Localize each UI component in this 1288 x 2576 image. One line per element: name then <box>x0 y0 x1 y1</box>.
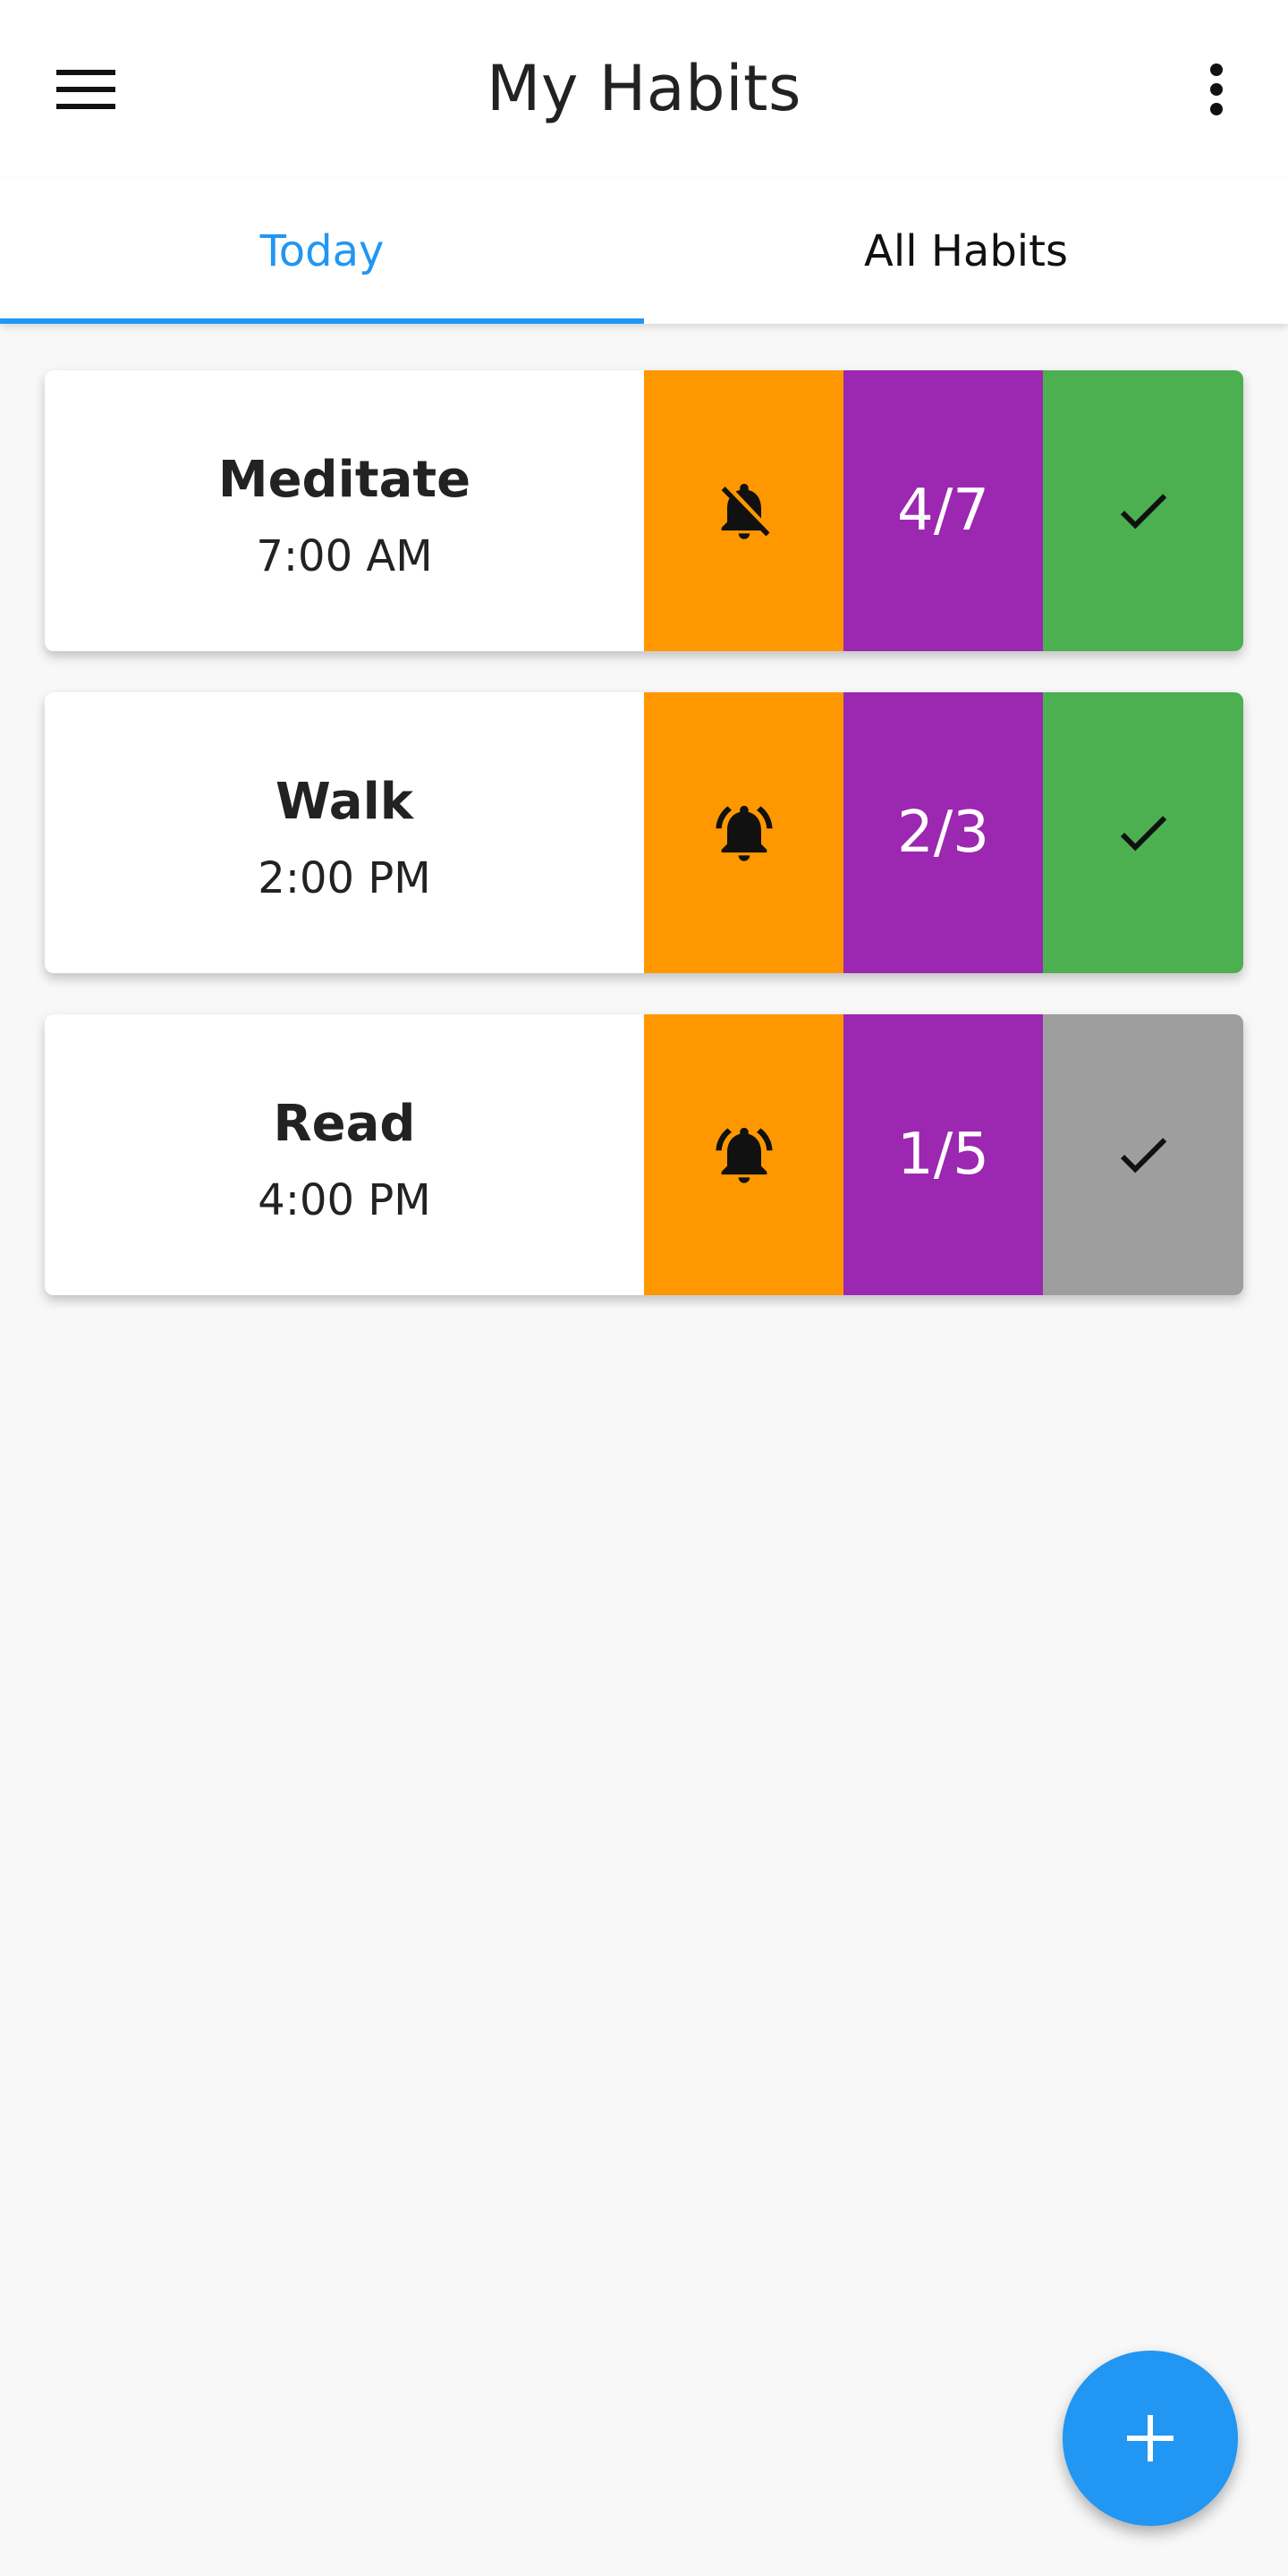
progress-count[interactable]: 4/7 <box>843 370 1043 651</box>
tab-indicator <box>0 318 644 324</box>
bell-off-icon <box>721 483 769 539</box>
complete-button[interactable] <box>1043 370 1243 651</box>
tab-all-habits[interactable]: All Habits <box>644 179 1288 324</box>
habit-name: Read <box>273 1095 416 1153</box>
reminder-button[interactable] <box>644 692 843 973</box>
reminder-button[interactable] <box>644 370 843 651</box>
habit-info[interactable]: Meditate 7:00 AM <box>45 370 644 651</box>
check-icon <box>1120 816 1167 852</box>
habit-time: 7:00 AM <box>256 531 433 581</box>
add-habit-button[interactable] <box>1063 2351 1238 2526</box>
complete-button[interactable] <box>1043 1014 1243 1295</box>
habit-info[interactable]: Read 4:00 PM <box>45 1014 644 1295</box>
habit-card[interactable]: Read 4:00 PM 1/5 <box>45 1014 1243 1295</box>
habit-time: 4:00 PM <box>258 1175 431 1225</box>
check-icon <box>1120 1138 1167 1174</box>
add-icon <box>1127 2415 1174 2462</box>
app-bar: My Habits <box>0 0 1288 179</box>
more-vert-icon <box>1210 64 1223 115</box>
complete-button[interactable] <box>1043 692 1243 973</box>
habit-info[interactable]: Walk 2:00 PM <box>45 692 644 973</box>
habit-card[interactable]: Meditate 7:00 AM 4/7 <box>45 370 1243 651</box>
bell-ring-icon <box>715 805 773 861</box>
bell-ring-icon <box>715 1127 773 1183</box>
habit-name: Meditate <box>217 451 471 509</box>
page-title: My Habits <box>487 52 801 125</box>
habit-name: Walk <box>275 773 413 831</box>
progress-count[interactable]: 2/3 <box>843 692 1043 973</box>
habit-card[interactable]: Walk 2:00 PM 2/3 <box>45 692 1243 973</box>
more-options-button[interactable] <box>1181 54 1252 125</box>
habit-time: 2:00 PM <box>258 853 431 903</box>
progress-count[interactable]: 1/5 <box>843 1014 1043 1295</box>
tab-bar: Today All Habits <box>0 179 1288 324</box>
check-icon <box>1120 494 1167 530</box>
tab-today[interactable]: Today <box>0 179 644 324</box>
reminder-button[interactable] <box>644 1014 843 1295</box>
